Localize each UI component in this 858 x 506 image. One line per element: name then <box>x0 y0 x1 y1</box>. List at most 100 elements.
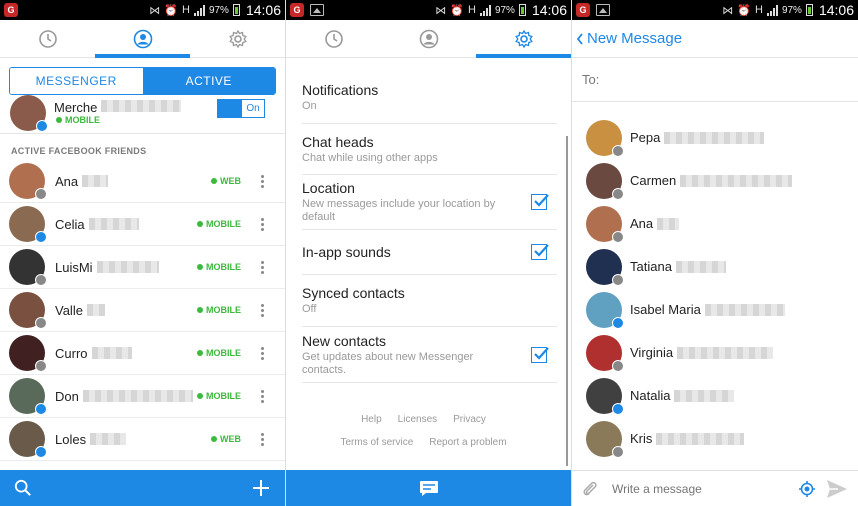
status-bar: G ⋈ ⏰ H 97% 14:06 <box>572 0 858 20</box>
avatar <box>586 377 624 415</box>
active-toggle[interactable]: On <box>217 99 265 118</box>
contact-name-text: Kris <box>630 431 653 446</box>
battery-percent: 97% <box>208 4 229 16</box>
privacy-link[interactable]: Privacy <box>453 414 486 425</box>
network-type-icon: H <box>181 4 190 16</box>
presence-status: MOBILE <box>197 348 241 358</box>
plus-icon[interactable] <box>251 478 271 498</box>
compose-message-icon <box>419 481 438 496</box>
page-title[interactable]: New Message <box>587 30 682 47</box>
help-link[interactable]: Help <box>361 414 382 425</box>
setting-notifications[interactable]: Notifications On <box>302 72 557 124</box>
search-icon[interactable] <box>14 479 32 497</box>
presence-text: MOBILE <box>206 305 241 315</box>
setting-new-contacts[interactable]: New contacts Get updates about new Messen… <box>302 327 557 383</box>
overflow-menu-icon[interactable] <box>261 217 265 231</box>
friend-row[interactable]: Loles WEB <box>0 418 285 461</box>
facebook-badge-icon <box>612 230 624 243</box>
network-type-icon: H <box>754 4 763 16</box>
app-notification-icon: G <box>576 3 590 17</box>
setting-checkbox[interactable] <box>531 194 549 210</box>
network-type-icon: H <box>467 4 476 16</box>
overflow-menu-icon[interactable] <box>261 389 265 403</box>
tab-recent[interactable] <box>286 20 381 57</box>
segment-messenger[interactable]: MESSENGER <box>10 68 143 94</box>
toggle-label: On <box>246 103 260 114</box>
contact-name: Kris <box>630 431 745 446</box>
online-dot-icon <box>211 178 217 184</box>
online-dot-icon <box>197 307 203 313</box>
facebook-badge-icon <box>612 187 624 200</box>
location-icon[interactable] <box>798 480 816 498</box>
contact-row[interactable]: Kris <box>572 417 858 460</box>
redacted-surname <box>82 390 193 402</box>
contact-row[interactable]: Carmen <box>572 159 858 202</box>
overflow-menu-icon[interactable] <box>261 174 265 188</box>
presence-status: WEB <box>211 434 241 444</box>
setting-checkbox[interactable] <box>531 346 549 363</box>
overflow-menu-icon[interactable] <box>261 346 265 360</box>
back-chevron-icon[interactable] <box>576 32 584 45</box>
clock: 14:06 <box>818 2 854 18</box>
tab-people[interactable] <box>95 20 190 58</box>
friend-name-text: Curro <box>55 345 88 361</box>
presence-status: MOBILE <box>197 219 241 229</box>
overflow-menu-icon[interactable] <box>261 303 265 317</box>
contact-name-text: Tatiana <box>630 259 672 274</box>
contact-row[interactable]: Tatiana <box>572 245 858 288</box>
redacted-surname <box>101 99 182 112</box>
contact-row[interactable]: Isabel Maria <box>572 288 858 331</box>
overflow-menu-icon[interactable] <box>261 260 265 274</box>
tab-people[interactable] <box>381 20 476 57</box>
terms-link[interactable]: Terms of service <box>340 437 413 448</box>
compose-bar[interactable] <box>286 470 571 506</box>
tab-settings[interactable] <box>476 20 571 58</box>
contact-name: Tatiana <box>630 259 726 274</box>
friend-row[interactable]: Celia MOBILE <box>0 203 285 246</box>
setting-chat-heads[interactable]: Chat heads Chat while using other apps <box>302 124 557 175</box>
friend-row[interactable]: Valle MOBILE <box>0 289 285 332</box>
friend-row[interactable]: LuisMi MOBILE <box>0 246 285 289</box>
setting-checkbox[interactable] <box>531 244 549 260</box>
message-input[interactable] <box>612 481 782 496</box>
setting-synced-contacts[interactable]: Synced contacts Off <box>302 275 557 327</box>
licenses-link[interactable]: Licenses <box>398 414 437 425</box>
friend-name: LuisMi <box>55 260 159 275</box>
redacted-surname <box>675 260 726 273</box>
battery-percent: 97% <box>494 4 515 16</box>
setting-location[interactable]: Location New messages include your locati… <box>302 175 557 230</box>
send-icon[interactable] <box>826 479 848 499</box>
friend-list: Ana WEB Celia MOBILE LuisMi MOBILE Valle MOBILE… <box>0 160 285 461</box>
contact-name-text: Isabel Maria <box>630 302 701 317</box>
checkmark-icon <box>534 194 549 207</box>
avatar <box>586 420 624 458</box>
setting-title: Location <box>302 180 355 196</box>
contact-row[interactable]: Pepa <box>572 116 858 159</box>
redacted-surname <box>86 304 105 316</box>
contact-row[interactable]: Ana <box>572 202 858 245</box>
recipient-field[interactable]: To: <box>572 58 858 102</box>
friend-row[interactable]: Don MOBILE <box>0 375 285 418</box>
friend-row[interactable]: Curro MOBILE <box>0 332 285 375</box>
friend-row[interactable]: Ana WEB <box>0 160 285 203</box>
report-problem-link[interactable]: Report a problem <box>429 437 506 448</box>
tab-recent[interactable] <box>0 20 95 57</box>
segment-active[interactable]: ACTIVE <box>142 68 275 94</box>
vibrate-icon: ⋈ <box>149 4 161 17</box>
signal-icon <box>479 4 491 16</box>
overflow-menu-icon[interactable] <box>261 432 265 446</box>
tab-settings[interactable] <box>190 20 285 57</box>
facebook-badge-icon <box>35 188 47 200</box>
screenshot: G ⋈ ⏰ H 97% 14:06 MESSENGER ACTIVE Merch… <box>0 0 858 506</box>
attach-icon[interactable] <box>582 480 598 498</box>
setting-in-app-sounds[interactable]: In-app sounds <box>302 230 557 275</box>
friend-name-text: Valle <box>55 302 83 318</box>
checkmark-icon <box>534 244 549 257</box>
presence-text: WEB <box>220 176 241 186</box>
messenger-badge-icon <box>35 446 47 458</box>
gallery-notification-icon <box>310 4 324 16</box>
scrollbar[interactable] <box>566 136 568 466</box>
messenger-badge-icon <box>35 231 47 243</box>
contact-row[interactable]: Virginia <box>572 331 858 374</box>
contact-row[interactable]: Natalia <box>572 374 858 417</box>
